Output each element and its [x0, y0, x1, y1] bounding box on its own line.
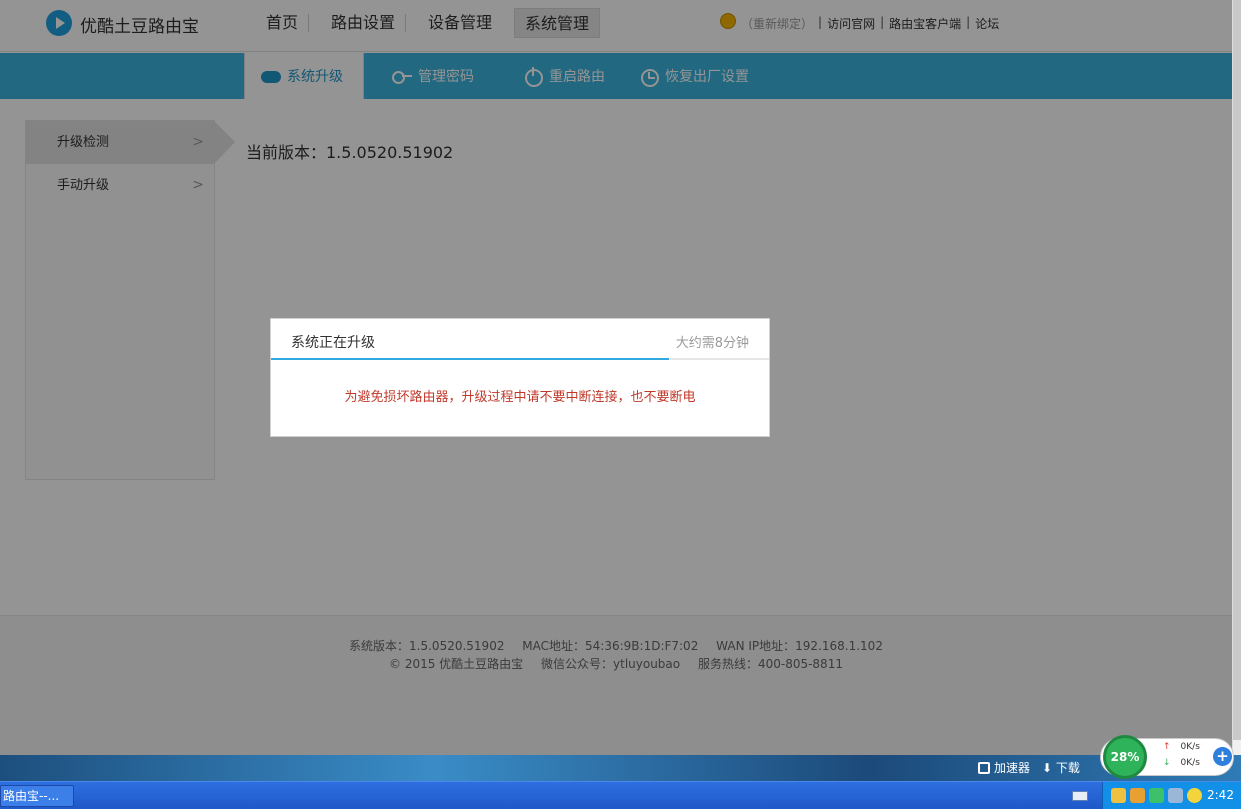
dialog-time-estimate: 大约需8分钟 [675, 336, 749, 351]
tray-shield-icon[interactable] [1149, 788, 1164, 803]
progress-fill [271, 358, 669, 360]
dialog-warning: 为避免损坏路由器，升级过程中请不要中断连接，也不要断电 [344, 390, 696, 405]
keyboard-icon[interactable] [1072, 791, 1088, 801]
accelerator-button[interactable]: 加速器 [978, 759, 1030, 776]
tray-security-icon[interactable] [1187, 788, 1202, 803]
download-speed: 0K/s [1163, 758, 1200, 768]
accelerator-icon [978, 762, 990, 774]
dialog-title: 系统正在升级 [291, 335, 375, 351]
download-label: 下载 [1055, 761, 1080, 775]
add-button[interactable]: + [1213, 747, 1232, 766]
taskbar-window-button[interactable]: 路由宝--... [0, 785, 74, 807]
download-icon: ⬇ [1042, 761, 1053, 775]
tray-messenger-icon[interactable] [1130, 788, 1145, 803]
tray-user-icon[interactable] [1111, 788, 1126, 803]
clock: 2:42 [1207, 788, 1234, 802]
scrollbar-thumb[interactable] [1233, 0, 1241, 740]
tray-network-icon[interactable] [1168, 788, 1183, 803]
network-monitor-widget[interactable]: 28% 0K/s 0K/s + [1100, 735, 1234, 779]
upgrade-progress-dialog: 系统正在升级 大约需8分钟 为避免损坏路由器，升级过程中请不要中断连接，也不要断… [270, 318, 770, 437]
accelerator-label: 加速器 [994, 761, 1031, 775]
download-button[interactable]: ⬇ 下载 [1042, 759, 1080, 776]
upload-speed: 0K/s [1163, 742, 1200, 752]
net-gauge: 28% [1103, 735, 1147, 779]
windows-taskbar: 路由宝--... 2:42 [0, 781, 1241, 809]
